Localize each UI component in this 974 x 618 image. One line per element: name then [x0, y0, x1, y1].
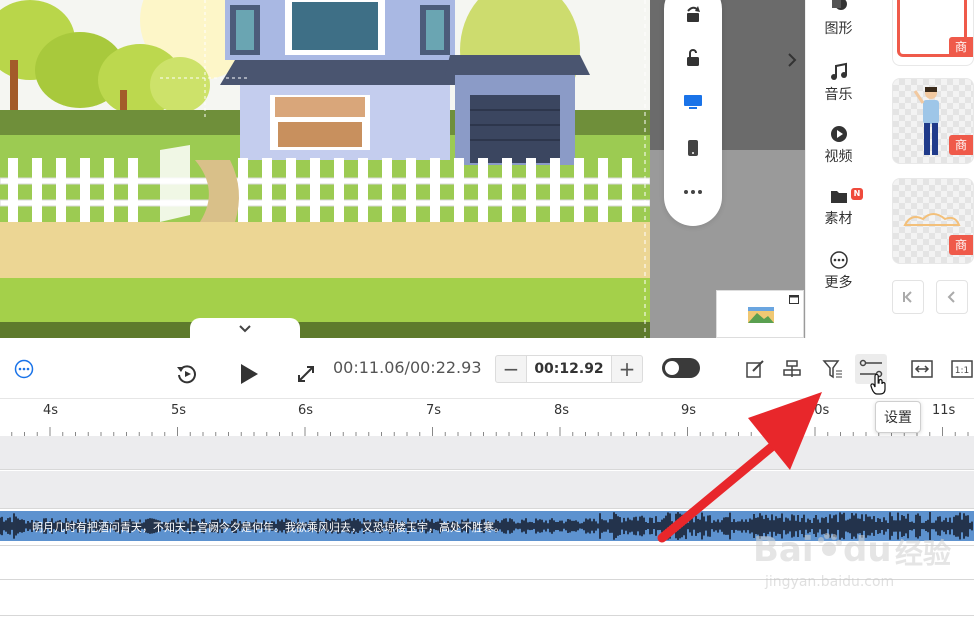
ruler-label: 9s — [681, 403, 697, 418]
decrease-button[interactable]: − — [496, 356, 526, 382]
collapse-preview-button[interactable] — [190, 318, 300, 338]
edit-button[interactable] — [744, 358, 766, 380]
first-page-button[interactable] — [892, 280, 924, 314]
cloud-preview-icon — [903, 213, 961, 226]
actual-size-button[interactable]: 1:1 — [950, 358, 974, 380]
commercial-tag: 商 — [949, 235, 973, 255]
editor-window: 图形 音乐 视频 N 素材 更多 商 商 商 00:11.06/00:22.93… — [0, 0, 974, 618]
watermark-url: jingyan.baidu.com — [765, 574, 895, 590]
nav-label: 更多 — [824, 275, 853, 291]
hand-cursor-icon — [870, 374, 886, 395]
split-button[interactable] — [781, 358, 805, 380]
asset-card[interactable]: 商 — [892, 78, 974, 164]
character-preview-icon — [913, 87, 939, 155]
desktop-view-icon[interactable] — [681, 90, 705, 114]
edit-icon — [746, 360, 764, 378]
duration-value[interactable]: 00:12.92 — [526, 356, 612, 382]
ruler-label: 4s — [43, 403, 59, 418]
chevron-right-icon — [788, 53, 797, 67]
fit-width-button[interactable] — [910, 358, 934, 380]
image-icon — [748, 307, 774, 323]
preview-canvas[interactable] — [0, 0, 805, 338]
video-icon — [830, 126, 847, 142]
toggle-knob — [665, 361, 679, 375]
one-to-one-icon: 1:1 — [951, 360, 973, 378]
shapes-icon — [831, 0, 847, 10]
settings-tooltip: 设置 — [875, 401, 921, 433]
ruler-label: 11s — [932, 403, 956, 418]
lyrics-text: 明月几时有把酒问青天，不知天上宫阙今夕是何年。我欲乘风归去，又恐琼楼玉宇，高处不… — [32, 521, 505, 534]
ruler-label: 10s — [806, 403, 830, 418]
rotate-icon[interactable] — [681, 2, 705, 26]
nav-label: 图形 — [824, 21, 853, 37]
ruler-label: 8s — [554, 403, 570, 418]
ruler-label: 6s — [298, 403, 314, 418]
window-restore-icon[interactable] — [789, 295, 799, 304]
first-page-icon — [903, 291, 912, 303]
toggle-switch[interactable] — [662, 358, 700, 378]
replay-icon — [177, 365, 196, 384]
chevron-down-icon — [239, 325, 251, 333]
new-badge: N — [851, 188, 863, 200]
mini-thumbnail[interactable] — [716, 290, 804, 338]
ruler-label: 7s — [426, 403, 442, 418]
nav-label: 视频 — [824, 149, 853, 165]
track-divider — [0, 615, 974, 616]
nav-item-music[interactable]: 音乐 — [806, 62, 871, 118]
nav-label: 音乐 — [824, 87, 853, 103]
svg-text:1:1: 1:1 — [955, 366, 969, 376]
nav-item-materials[interactable]: N 素材 — [806, 186, 871, 242]
nav-item-shapes[interactable]: 图形 — [806, 0, 871, 52]
watermark-brand: Bai — [753, 530, 814, 570]
commercial-tag: 商 — [949, 37, 973, 57]
asset-list: 商 商 商 — [870, 0, 974, 338]
playback-controls: 00:11.06/00:22.93 − 00:12.92 + 1:1 — [0, 338, 974, 398]
paw-logo-icon — [818, 533, 842, 556]
expand-icon — [298, 366, 314, 382]
options-button[interactable] — [13, 358, 35, 380]
baidu-watermark: Bai du 经验 jingyan.baidu.com — [745, 510, 965, 600]
fit-width-icon — [911, 360, 933, 378]
duration-stepper[interactable]: − 00:12.92 + — [495, 355, 643, 383]
filter-icon — [822, 360, 842, 379]
play-button[interactable] — [236, 361, 262, 387]
chevron-left-icon — [947, 291, 955, 303]
ruler-ticks — [11, 427, 969, 436]
canvas-toolbar — [664, 0, 722, 226]
increase-button[interactable]: + — [612, 356, 642, 382]
commercial-tag: 商 — [949, 135, 973, 155]
nav-item-video[interactable]: 视频 — [806, 124, 871, 180]
time-display: 00:11.06/00:22.93 — [333, 358, 482, 377]
folder-icon — [830, 191, 847, 203]
asset-card[interactable]: 商 — [892, 178, 974, 264]
nav-item-more[interactable]: 更多 — [806, 250, 871, 306]
replay-button[interactable] — [175, 362, 199, 386]
unlock-icon[interactable] — [681, 46, 705, 70]
expand-panel-button[interactable] — [780, 40, 804, 80]
filter-button[interactable] — [821, 358, 845, 380]
watermark-brand-suffix: du — [843, 530, 892, 570]
timeline-track[interactable] — [0, 436, 974, 470]
more-icon — [829, 251, 848, 269]
watermark-cn: 经验 — [895, 537, 952, 570]
asset-card[interactable]: 商 — [892, 0, 974, 66]
mobile-view-icon[interactable] — [681, 136, 705, 160]
timeline-ruler[interactable]: 4s 5s 6s 7s 8s 9s 10s 11s — [0, 398, 974, 436]
prev-page-button[interactable] — [936, 280, 968, 314]
nav-label: 素材 — [824, 211, 853, 227]
ellipsis-circle-icon — [14, 359, 34, 379]
resource-nav: 图形 音乐 视频 N 素材 更多 — [805, 0, 870, 338]
play-icon — [241, 364, 258, 384]
split-icon — [783, 360, 801, 377]
ruler-label: 5s — [171, 403, 187, 418]
music-icon — [830, 62, 847, 80]
scene-illustration — [0, 0, 650, 338]
timeline-track[interactable] — [0, 471, 974, 509]
fullscreen-button[interactable] — [294, 362, 318, 386]
more-options-icon[interactable] — [681, 180, 705, 204]
